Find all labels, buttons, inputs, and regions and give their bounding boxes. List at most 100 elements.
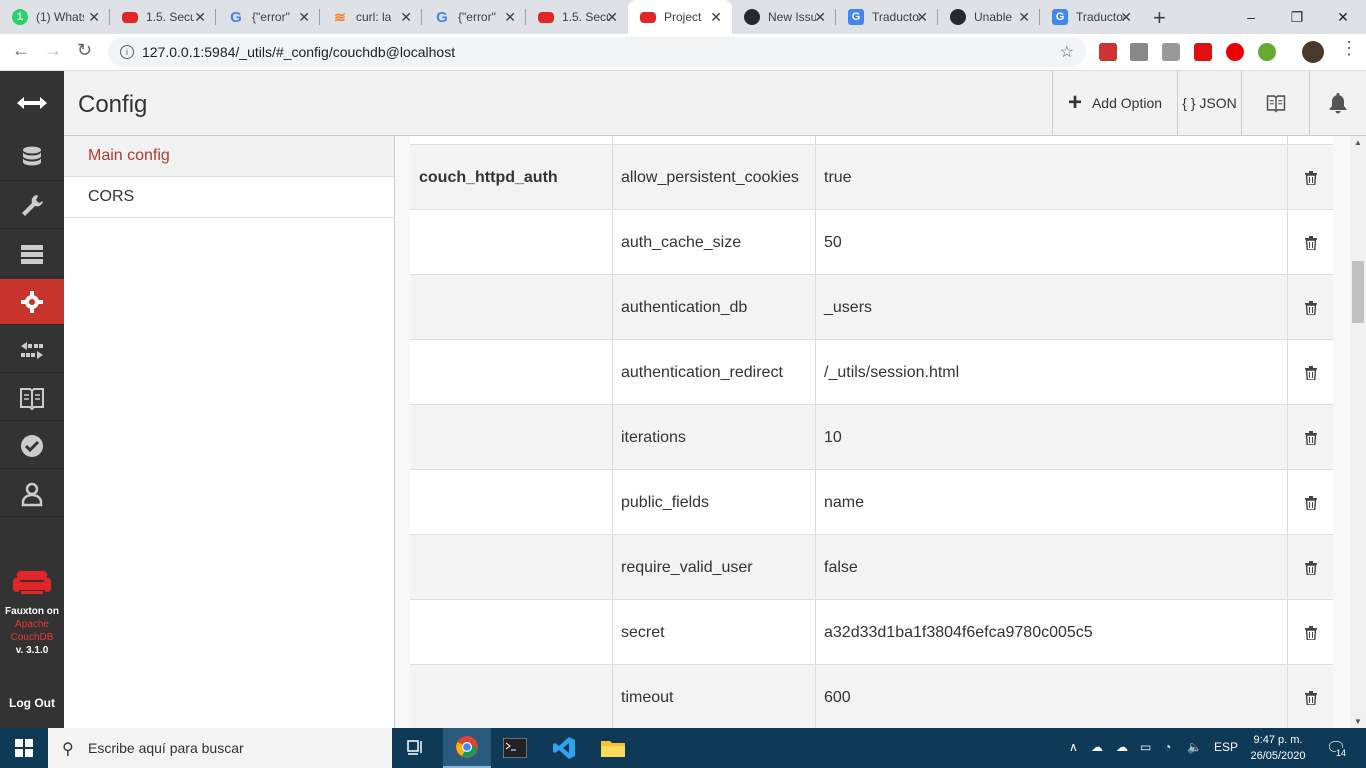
notifications-button[interactable] [1309, 71, 1366, 135]
taskbar-search[interactable]: ⚲ Escribe aquí para buscar [48, 728, 392, 768]
terminal-taskbar-icon[interactable] [491, 728, 539, 768]
globe-extension-icon[interactable] [1258, 43, 1276, 61]
delete-option-button[interactable] [1288, 665, 1333, 728]
sidebar-item-cors[interactable]: CORS [64, 177, 394, 218]
task-view-icon[interactable] [392, 728, 440, 768]
back-icon[interactable]: ← [12, 40, 30, 61]
option-name[interactable]: timeout [613, 665, 816, 728]
tab-close-icon[interactable]: ✕ [298, 9, 310, 26]
user-icon[interactable] [0, 471, 64, 517]
option-name[interactable]: require_valid_user [613, 535, 816, 600]
table-row[interactable]: auth_cache_size 50 [410, 210, 1333, 275]
setup-icon[interactable] [0, 183, 64, 229]
browser-tab[interactable]: New Issue ✕ [732, 0, 836, 34]
browser-tab[interactable]: G Traductor ✕ [836, 0, 938, 34]
reload-icon[interactable]: ↻ [77, 40, 92, 61]
scroll-up-icon[interactable]: ▲ [1354, 138, 1362, 147]
option-value[interactable]: 600 [816, 665, 1288, 728]
delete-option-button[interactable] [1288, 600, 1333, 665]
pdf-extension-icon[interactable] [1099, 43, 1117, 61]
option-value[interactable]: name [816, 470, 1288, 535]
browser-tab[interactable]: 1.5. Security ✕ [526, 0, 628, 34]
documentation-button[interactable] [1241, 71, 1309, 135]
option-name[interactable]: authentication_db [613, 275, 816, 340]
tab-close-icon[interactable]: ✕ [814, 9, 826, 26]
table-row[interactable]: authentication_db _users [410, 275, 1333, 340]
table-row[interactable]: iterations 10 [410, 405, 1333, 470]
option-name[interactable]: authentication_redirect [613, 340, 816, 405]
option-name[interactable]: allow_persistent_cookies [613, 145, 816, 210]
logout-button[interactable]: Log Out [0, 696, 64, 710]
tab-close-icon[interactable]: ✕ [1018, 9, 1030, 26]
chrome-taskbar-icon[interactable] [443, 728, 491, 768]
tab-close-icon[interactable]: ✕ [194, 9, 206, 26]
nav-toggle-icon[interactable] [0, 71, 64, 135]
table-row[interactable]: secret a32d33d1ba1f3804f6efca9780c005c5 [410, 600, 1333, 665]
brand-line-3[interactable]: CouchDB [0, 631, 64, 644]
delete-option-button[interactable] [1288, 275, 1333, 340]
chrome-menu-icon[interactable]: ⋮ [1340, 38, 1358, 59]
battery-icon[interactable]: ▭ [1140, 740, 1151, 754]
mega-extension-icon[interactable] [1194, 43, 1212, 61]
adblock-extension-icon[interactable] [1226, 43, 1244, 61]
option-value[interactable]: false [816, 535, 1288, 600]
start-button[interactable] [0, 728, 48, 768]
option-value[interactable]: 10 [816, 405, 1288, 470]
vertical-scrollbar[interactable]: ▲ ▼ [1350, 136, 1366, 728]
option-value[interactable]: _users [816, 275, 1288, 340]
delete-option-button[interactable] [1288, 470, 1333, 535]
cloud-icon[interactable]: ☁ [1091, 740, 1103, 754]
cube-extension-icon[interactable] [1162, 43, 1180, 61]
verify-icon[interactable] [0, 423, 64, 469]
browser-tab[interactable]: G {"error" ✕ [216, 0, 320, 34]
json-button[interactable]: { } JSON [1177, 71, 1241, 135]
browser-tab[interactable]: Unable ✕ [938, 0, 1040, 34]
bookmark-star-icon[interactable]: ☆ [1060, 42, 1074, 62]
profile-avatar[interactable] [1302, 41, 1324, 63]
replication-icon[interactable] [0, 327, 64, 373]
browser-tab[interactable]: ≋ curl: la ✕ [320, 0, 422, 34]
option-name[interactable]: auth_cache_size [613, 210, 816, 275]
vscode-taskbar-icon[interactable] [540, 728, 588, 768]
minimize-button[interactable]: – [1228, 0, 1274, 34]
delete-option-button[interactable] [1288, 535, 1333, 600]
config-icon[interactable] [0, 279, 64, 325]
option-name[interactable]: secret [613, 600, 816, 665]
tray-overflow-icon[interactable]: ∧ [1069, 740, 1078, 754]
delete-option-button[interactable] [1288, 210, 1333, 275]
wifi-icon[interactable]: ◔ [1164, 740, 1171, 754]
language-indicator[interactable]: ESP [1214, 740, 1238, 754]
tab-close-icon[interactable]: ✕ [504, 9, 516, 26]
browser-tab-active[interactable]: Project ✕ [628, 0, 732, 34]
delete-option-button[interactable] [1288, 405, 1333, 470]
tab-close-icon[interactable]: ✕ [606, 9, 618, 26]
databases-icon[interactable] [0, 135, 64, 181]
documentation-icon[interactable] [0, 375, 64, 421]
option-value[interactable]: true [816, 145, 1288, 210]
close-window-button[interactable]: ✕ [1320, 0, 1366, 34]
add-option-button[interactable]: + Add Option [1052, 71, 1177, 135]
address-bar[interactable]: i 127.0.0.1:5984/_utils/#_config/couchdb… [108, 37, 1086, 67]
tab-close-icon[interactable]: ✕ [710, 9, 722, 26]
browser-tab[interactable]: 1.5. Security ✕ [110, 0, 216, 34]
taskbar-clock[interactable]: 9:47 p. m. 26/05/2020 [1240, 732, 1316, 764]
maximize-button[interactable]: ❐ [1274, 0, 1320, 34]
option-value[interactable]: /_utils/session.html [816, 340, 1288, 405]
sidebar-item-main-config[interactable]: Main config [64, 136, 394, 177]
table-row[interactable]: timeout 600 [410, 665, 1333, 728]
file-explorer-taskbar-icon[interactable] [589, 728, 637, 768]
browser-tab[interactable]: G {"error" ✕ [422, 0, 526, 34]
table-row[interactable]: require_valid_user false [410, 535, 1333, 600]
delete-option-button[interactable] [1288, 145, 1333, 210]
tab-close-icon[interactable]: ✕ [400, 9, 412, 26]
tab-close-icon[interactable]: ✕ [88, 9, 100, 26]
browser-tab[interactable]: G Traductor ✕ [1040, 0, 1142, 34]
new-tab-icon[interactable]: + [1153, 5, 1166, 31]
volume-icon[interactable]: 🔈 [1187, 740, 1202, 754]
table-row[interactable]: couch_httpd_auth allow_persistent_cookie… [410, 145, 1333, 210]
active-tasks-icon[interactable] [0, 231, 64, 277]
cloud-upload-icon[interactable]: ☁ [1116, 740, 1128, 754]
table-row[interactable]: authentication_redirect /_utils/session.… [410, 340, 1333, 405]
delete-option-button[interactable] [1288, 340, 1333, 405]
option-name[interactable]: iterations [613, 405, 816, 470]
